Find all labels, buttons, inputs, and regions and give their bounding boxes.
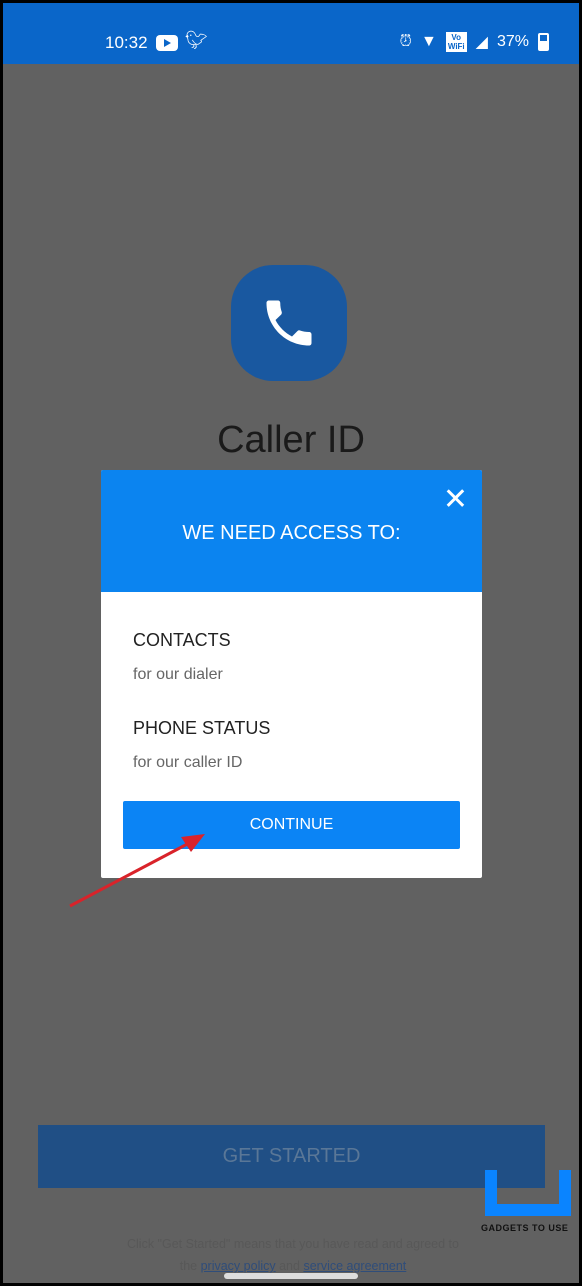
legal-and: and (279, 1259, 300, 1273)
twitter-icon: 🐦︎ (185, 30, 208, 50)
dialog-header: WE NEED ACCESS TO: ✕ (101, 470, 482, 592)
wifi-icon: ▼ (421, 33, 437, 50)
get-started-button[interactable]: GET STARTED (38, 1125, 545, 1188)
continue-button[interactable]: CONTINUE (123, 801, 460, 849)
watermark-logo: GADGETS TO USE (481, 1168, 579, 1240)
vowifi-icon: Vo WiFi (445, 32, 467, 52)
signal-icon: ◢ (475, 34, 488, 51)
permission-reason: for our dialer (133, 666, 223, 683)
app-title: Caller ID (217, 419, 365, 461)
dialog-title: WE NEED ACCESS TO: (182, 522, 401, 544)
permission-dialog: WE NEED ACCESS TO: ✕ CONTACTS for our di… (101, 470, 482, 878)
close-icon[interactable]: ✕ (443, 482, 468, 517)
legal-line: Click "Get Started" means that you have … (127, 1237, 459, 1251)
home-indicator[interactable] (224, 1273, 358, 1279)
phone-icon (266, 300, 312, 346)
status-time: 10:32 (105, 33, 148, 52)
legal-prefix: the (179, 1259, 198, 1273)
permission-name: PHONE STATUS (133, 718, 271, 738)
alarm-icon: ⏰︎ (399, 33, 412, 50)
status-bar: 10:32 🐦︎ ⏰︎ ▼ Vo WiFi ◢ 37% (3, 3, 579, 64)
battery-icon (538, 33, 549, 51)
permission-reason: for our caller ID (133, 754, 243, 771)
battery-text: 37% (496, 33, 529, 50)
permission-name: CONTACTS (133, 630, 231, 650)
privacy-policy-link[interactable]: privacy policy (201, 1259, 276, 1273)
youtube-icon (156, 35, 178, 51)
screen: 10:32 🐦︎ ⏰︎ ▼ Vo WiFi ◢ 37% Caller ID WE … (3, 3, 579, 1283)
app-logo (231, 265, 347, 381)
watermark-text: GADGETS TO USE (481, 1223, 569, 1233)
service-agreement-link[interactable]: service agreement (303, 1259, 406, 1273)
